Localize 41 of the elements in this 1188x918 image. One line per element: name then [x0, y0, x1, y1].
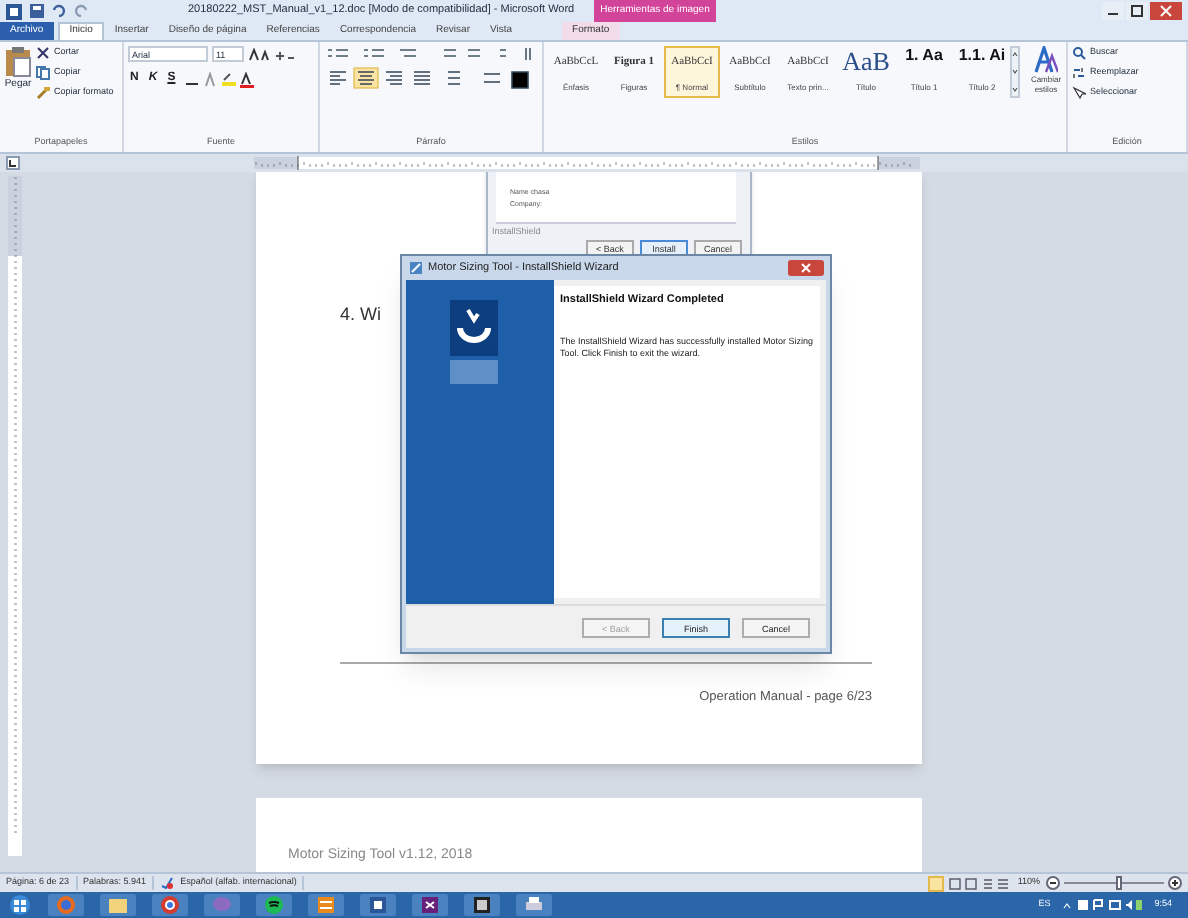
word-app-icon[interactable]: [6, 3, 22, 19]
browser-icon[interactable]: [152, 894, 188, 916]
paste-icon[interactable]: [4, 46, 32, 78]
change-styles-icon[interactable]: [1034, 46, 1058, 74]
close-icon[interactable]: [788, 260, 824, 276]
proofing-icon[interactable]: [160, 876, 175, 890]
paragraph-tools-icon[interactable]: [324, 46, 536, 90]
cursor-icon: [1072, 86, 1086, 100]
minimize-icon[interactable]: [1102, 2, 1124, 20]
style-preview: AaB: [842, 48, 890, 74]
zoom-slider-thumb[interactable]: [1116, 876, 1122, 890]
view-buttons-icon[interactable]: [927, 875, 1012, 891]
replace-icon: [1072, 66, 1086, 80]
folder-icon[interactable]: [100, 894, 136, 916]
document-app-icon[interactable]: [360, 894, 396, 916]
save-icon[interactable]: [30, 4, 44, 18]
music-app-icon[interactable]: [256, 894, 292, 916]
zoom-out-icon[interactable]: [1046, 876, 1060, 890]
font-grow-shrink-icon[interactable]: [248, 47, 296, 61]
zoom-in-icon[interactable]: [1168, 876, 1182, 890]
terminal-icon[interactable]: [464, 894, 500, 916]
scissors-icon: [36, 46, 50, 60]
gallery-scroll-icon[interactable]: [1010, 46, 1020, 98]
tab-selector-icon[interactable]: [6, 156, 20, 170]
start-button-icon[interactable]: [8, 894, 32, 916]
installer-logo-icon: [450, 300, 498, 384]
style-preview: 1.1. Ai: [958, 48, 1006, 64]
code-editor-icon[interactable]: [412, 894, 448, 916]
mail-app-icon[interactable]: [308, 894, 344, 916]
brush-icon: [36, 86, 50, 100]
system-tray-icons[interactable]: [1060, 898, 1145, 912]
installer-icon: [408, 260, 424, 276]
text-effects-icon[interactable]: [183, 71, 256, 87]
printer-icon[interactable]: [516, 894, 552, 916]
copy-icon: [36, 66, 50, 80]
heading-text: 4. Wi: [340, 302, 382, 328]
maximize-icon[interactable]: [1126, 2, 1148, 20]
search-icon: [1072, 46, 1086, 60]
close-icon[interactable]: [1150, 2, 1182, 20]
undo-icon[interactable]: [52, 4, 66, 18]
style-preview: 1. Aa: [905, 48, 943, 64]
